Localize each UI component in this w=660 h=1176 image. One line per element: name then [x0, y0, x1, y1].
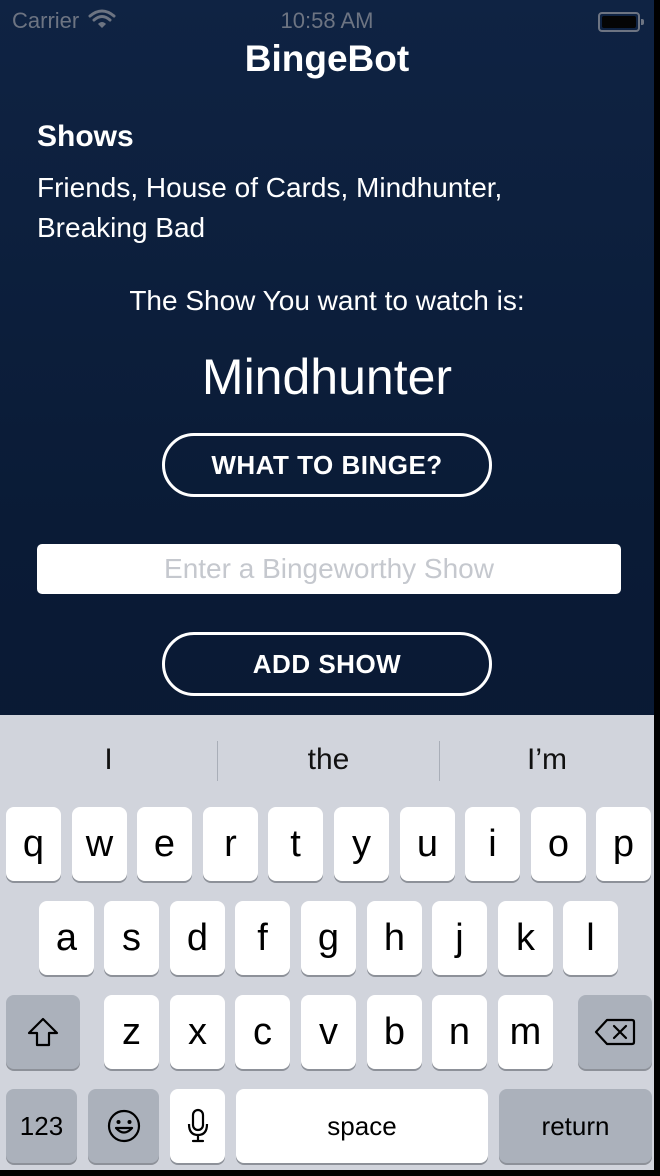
- key-w[interactable]: w: [72, 807, 127, 881]
- key-d[interactable]: d: [170, 901, 225, 975]
- key-n[interactable]: n: [432, 995, 487, 1069]
- shows-list: Friends, House of Cards, Mindhunter, Bre…: [37, 172, 503, 243]
- shift-key[interactable]: [6, 995, 80, 1069]
- selected-show-label: Mindhunter: [201, 349, 453, 405]
- delete-icon: [594, 1017, 636, 1047]
- key-p[interactable]: p: [596, 807, 651, 881]
- key-a[interactable]: a: [39, 901, 94, 975]
- key-r[interactable]: r: [203, 807, 258, 881]
- key-x[interactable]: x: [170, 995, 225, 1069]
- suggestion-1[interactable]: I: [0, 715, 217, 805]
- key-y[interactable]: y: [334, 807, 389, 881]
- key-s[interactable]: s: [104, 901, 159, 975]
- key-k[interactable]: k: [498, 901, 553, 975]
- emoji-key[interactable]: [88, 1089, 159, 1163]
- key-m[interactable]: m: [498, 995, 553, 1069]
- key-u[interactable]: u: [400, 807, 455, 881]
- prompt-label: The Show You want to watch is:: [129, 285, 525, 316]
- emoji-icon: [106, 1108, 142, 1144]
- show-name-input[interactable]: [37, 544, 621, 594]
- status-bar: Carrier 10:58 AM: [0, 0, 654, 40]
- key-l[interactable]: l: [563, 901, 618, 975]
- keyboard: I the I’m q w e r t y u i o p a s d f g …: [0, 715, 654, 1170]
- suggestion-3[interactable]: I’m: [440, 715, 654, 805]
- key-h[interactable]: h: [367, 901, 422, 975]
- key-f[interactable]: f: [235, 901, 290, 975]
- dictation-key[interactable]: [170, 1089, 225, 1163]
- return-key[interactable]: return: [499, 1089, 652, 1163]
- suggestion-bar: I the I’m: [0, 715, 654, 805]
- suggestion-2[interactable]: the: [218, 715, 439, 805]
- app-title: BingeBot: [244, 38, 410, 79]
- status-time: 10:58 AM: [280, 8, 374, 33]
- key-i[interactable]: i: [465, 807, 520, 881]
- battery-icon: [598, 12, 644, 32]
- key-q[interactable]: q: [6, 807, 61, 881]
- space-key[interactable]: space: [236, 1089, 488, 1163]
- key-t[interactable]: t: [268, 807, 323, 881]
- key-z[interactable]: z: [104, 995, 159, 1069]
- key-j[interactable]: j: [432, 901, 487, 975]
- shows-heading: Shows: [37, 120, 134, 153]
- add-show-button[interactable]: ADD SHOW: [162, 632, 492, 696]
- key-v[interactable]: v: [301, 995, 356, 1069]
- key-b[interactable]: b: [367, 995, 422, 1069]
- key-e[interactable]: e: [137, 807, 192, 881]
- microphone-icon: [186, 1108, 210, 1144]
- delete-key[interactable]: [578, 995, 652, 1069]
- key-g[interactable]: g: [301, 901, 356, 975]
- key-o[interactable]: o: [531, 807, 586, 881]
- shift-icon: [26, 1016, 60, 1048]
- app-screen: Carrier 10:58 AM BingeBot Shows Friends,…: [0, 0, 654, 1170]
- what-to-binge-button[interactable]: WHAT TO BINGE?: [162, 433, 492, 497]
- key-c[interactable]: c: [235, 995, 290, 1069]
- numbers-key[interactable]: 123: [6, 1089, 77, 1163]
